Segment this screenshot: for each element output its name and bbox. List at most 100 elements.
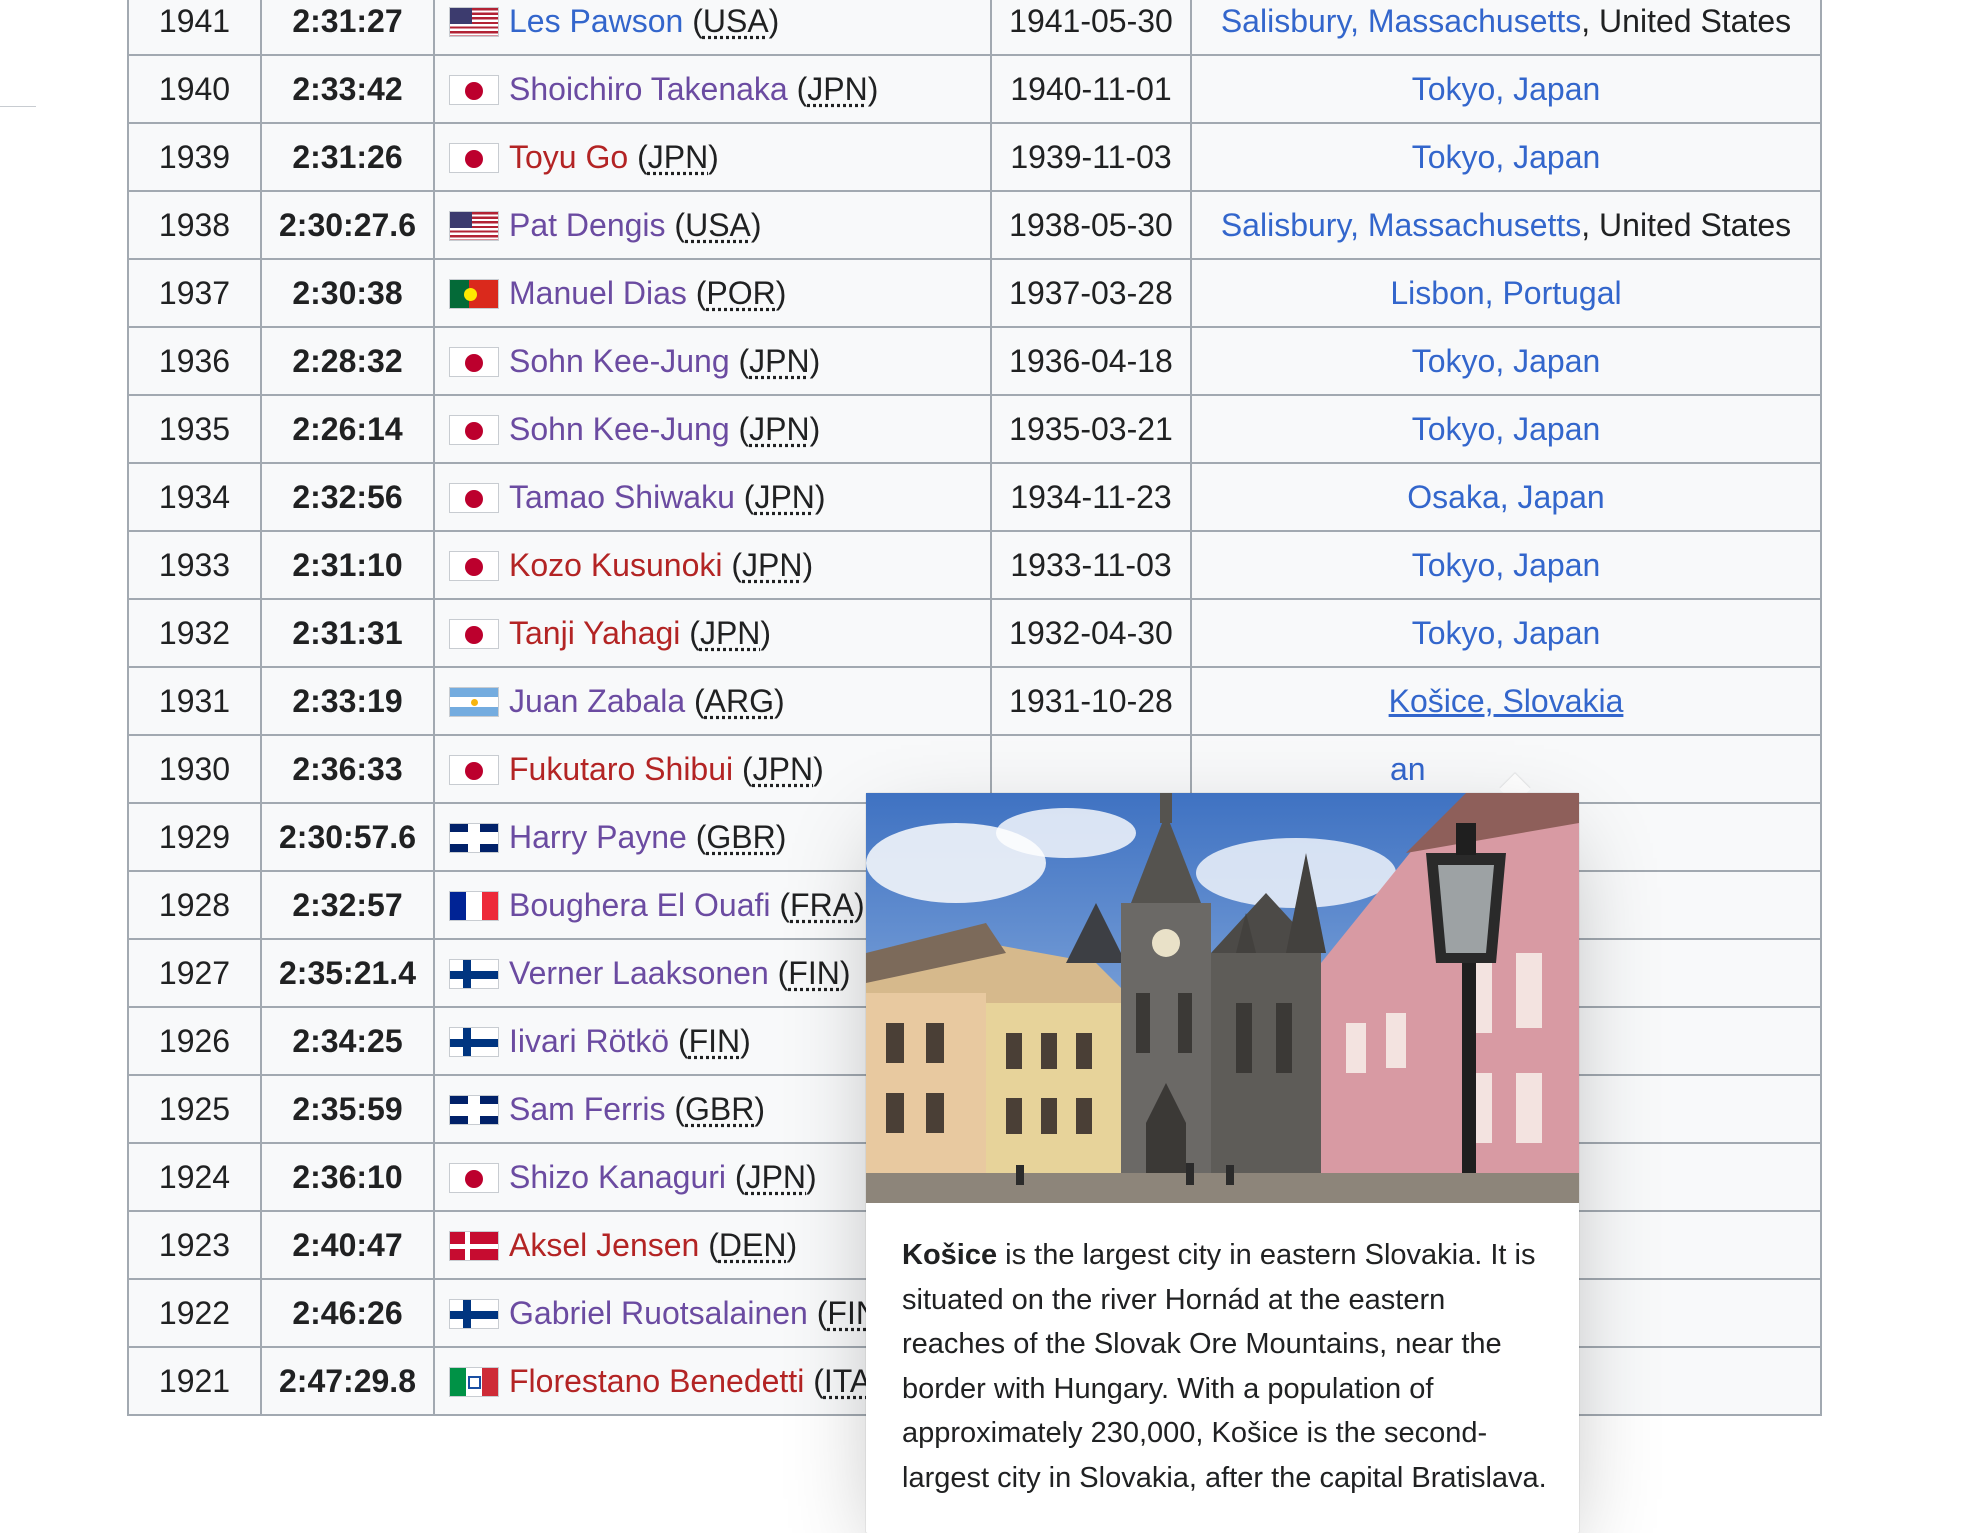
time-cell: 2:31:31 — [260, 598, 435, 668]
location-link[interactable]: Salisbury, Massachusetts — [1221, 207, 1581, 243]
location-cell: Tokyo, Japan — [1190, 394, 1822, 464]
time-cell: 2:30:27.6 — [260, 190, 435, 260]
popup-extract-text: is the largest city in eastern Slovakia.… — [902, 1239, 1547, 1494]
country-code-abbr[interactable]: GBR — [706, 819, 775, 855]
country-code: (JPN) — [738, 342, 821, 379]
link-preview-popup[interactable]: Košice is the largest city in eastern Sl… — [866, 793, 1579, 1533]
year-cell: 1935 — [127, 394, 262, 464]
date-cell: 1941-05-30 — [990, 0, 1192, 56]
japan-flag-icon — [449, 142, 499, 173]
location-link[interactable]: Tokyo, Japan — [1412, 139, 1601, 175]
usa-flag-icon — [449, 6, 499, 37]
country-code-abbr[interactable]: JPN — [749, 343, 809, 379]
table-row: 1932 2:31:31 Tanji Yahagi (JPN) 1932-04-30 T… — [127, 598, 1822, 668]
country-code-abbr[interactable]: GBR — [685, 1091, 754, 1127]
year-cell: 1923 — [127, 1210, 262, 1280]
athlete-link[interactable]: Fukutaro Shibui — [509, 751, 733, 787]
athlete-link[interactable]: Boughera El Ouafi — [509, 887, 771, 923]
athlete-link[interactable]: Harry Payne — [509, 819, 687, 855]
location-link[interactable]: an — [1390, 751, 1426, 787]
finland-flag-icon — [449, 958, 499, 989]
left-edge-divider — [0, 106, 36, 107]
year-cell: 1928 — [127, 870, 262, 940]
country-code-abbr[interactable]: JPN — [749, 411, 809, 447]
time-cell: 2:26:14 — [260, 394, 435, 464]
country-code: (GBR) — [695, 818, 787, 855]
country-code-abbr[interactable]: DEN — [719, 1227, 787, 1263]
date-cell: 1939-11-03 — [990, 122, 1192, 192]
country-code: (FIN) — [777, 954, 851, 991]
finland-flag-icon — [449, 1026, 499, 1057]
country-code-abbr[interactable]: ARG — [705, 683, 774, 719]
location-cell: Salisbury, Massachusetts, United States — [1190, 190, 1822, 260]
athlete-link[interactable]: Manuel Dias — [509, 275, 687, 311]
country-code-abbr[interactable]: USA — [703, 3, 769, 39]
athlete-link[interactable]: Sam Ferris — [509, 1091, 665, 1127]
location-link[interactable]: Tokyo, Japan — [1412, 615, 1601, 651]
japan-flag-icon — [449, 414, 499, 445]
country-code-abbr[interactable]: JPN — [746, 1159, 806, 1195]
location-link[interactable]: Tokyo, Japan — [1412, 71, 1601, 107]
location-link[interactable]: Salisbury, Massachusetts — [1221, 3, 1581, 39]
country-code-abbr[interactable]: JPN — [753, 751, 813, 787]
time-cell: 2:30:38 — [260, 258, 435, 328]
location-text: , United States — [1581, 206, 1792, 243]
country-code-abbr[interactable]: JPN — [742, 547, 802, 583]
country-code-abbr[interactable]: JPN — [754, 479, 814, 515]
athlete-link[interactable]: Shoichiro Takenaka — [509, 71, 788, 107]
country-code: (JPN) — [796, 70, 879, 107]
athlete-cell: Pat Dengis (USA) — [433, 190, 992, 260]
country-code: (POR) — [695, 274, 787, 311]
country-code-abbr[interactable]: ITA — [824, 1363, 871, 1399]
athlete-link[interactable]: Sohn Kee-Jung — [509, 411, 730, 447]
date-cell: 1937-03-28 — [990, 258, 1192, 328]
country-code-abbr[interactable]: POR — [706, 275, 775, 311]
athlete-link[interactable]: Verner Laaksonen — [509, 955, 769, 991]
athlete-link[interactable]: Aksel Jensen — [509, 1227, 699, 1263]
country-code-abbr[interactable]: FIN — [788, 955, 840, 991]
athlete-link[interactable]: Pat Dengis — [509, 207, 666, 243]
time-cell: 2:32:56 — [260, 462, 435, 532]
location-link[interactable]: Košice, Slovakia — [1389, 683, 1624, 719]
date-cell: 1934-11-23 — [990, 462, 1192, 532]
athlete-link[interactable]: Tanji Yahagi — [509, 615, 680, 651]
italy-flag-icon — [449, 1366, 499, 1397]
table-row: 1937 2:30:38 Manuel Dias (POR) 1937-03-28 Li… — [127, 258, 1822, 328]
athlete-link[interactable]: Shizo Kanaguri — [509, 1159, 726, 1195]
country-code-abbr[interactable]: JPN — [700, 615, 760, 651]
time-cell: 2:34:25 — [260, 1006, 435, 1076]
date-cell: 1938-05-30 — [990, 190, 1192, 260]
athlete-link[interactable]: Sohn Kee-Jung — [509, 343, 730, 379]
athlete-link[interactable]: Les Pawson — [509, 3, 683, 39]
country-code-abbr[interactable]: JPN — [648, 139, 708, 175]
country-code-abbr[interactable]: USA — [685, 207, 751, 243]
location-link[interactable]: Tokyo, Japan — [1412, 411, 1601, 447]
popup-extract: Košice is the largest city in eastern Sl… — [902, 1233, 1552, 1500]
table-row: 1935 2:26:14 Sohn Kee-Jung (JPN) 1935-03-21… — [127, 394, 1822, 464]
location-text: , United States — [1581, 2, 1792, 39]
athlete-link[interactable]: Kozo Kusunoki — [509, 547, 722, 583]
country-code: (JPN) — [743, 478, 826, 515]
popup-thumbnail[interactable] — [866, 793, 1579, 1203]
location-cell: Tokyo, Japan — [1190, 530, 1822, 600]
athlete-link[interactable]: Tamao Shiwaku — [509, 479, 735, 515]
kosice-cathedral-photo-icon — [866, 793, 1579, 1203]
location-link[interactable]: Osaka, Japan — [1407, 479, 1604, 515]
location-link[interactable]: Tokyo, Japan — [1412, 547, 1601, 583]
location-link[interactable]: Tokyo, Japan — [1412, 343, 1601, 379]
location-cell: Lisbon, Portugal — [1190, 258, 1822, 328]
location-link[interactable]: Lisbon, Portugal — [1390, 275, 1621, 311]
year-cell: 1938 — [127, 190, 262, 260]
athlete-link[interactable]: Juan Zabala — [509, 683, 685, 719]
athlete-link[interactable]: Florestano Benedetti — [509, 1363, 804, 1399]
time-cell: 2:32:57 — [260, 870, 435, 940]
athlete-link[interactable]: Iivari Rötkö — [509, 1023, 669, 1059]
year-cell: 1934 — [127, 462, 262, 532]
athlete-link[interactable]: Gabriel Ruotsalainen — [509, 1295, 808, 1331]
country-code-abbr[interactable]: FIN — [689, 1023, 741, 1059]
country-code: (JPN) — [689, 614, 772, 651]
country-code-abbr[interactable]: FRA — [790, 887, 854, 923]
country-code-abbr[interactable]: JPN — [807, 71, 867, 107]
athlete-link[interactable]: Toyu Go — [509, 139, 628, 175]
time-cell: 2:33:19 — [260, 666, 435, 736]
